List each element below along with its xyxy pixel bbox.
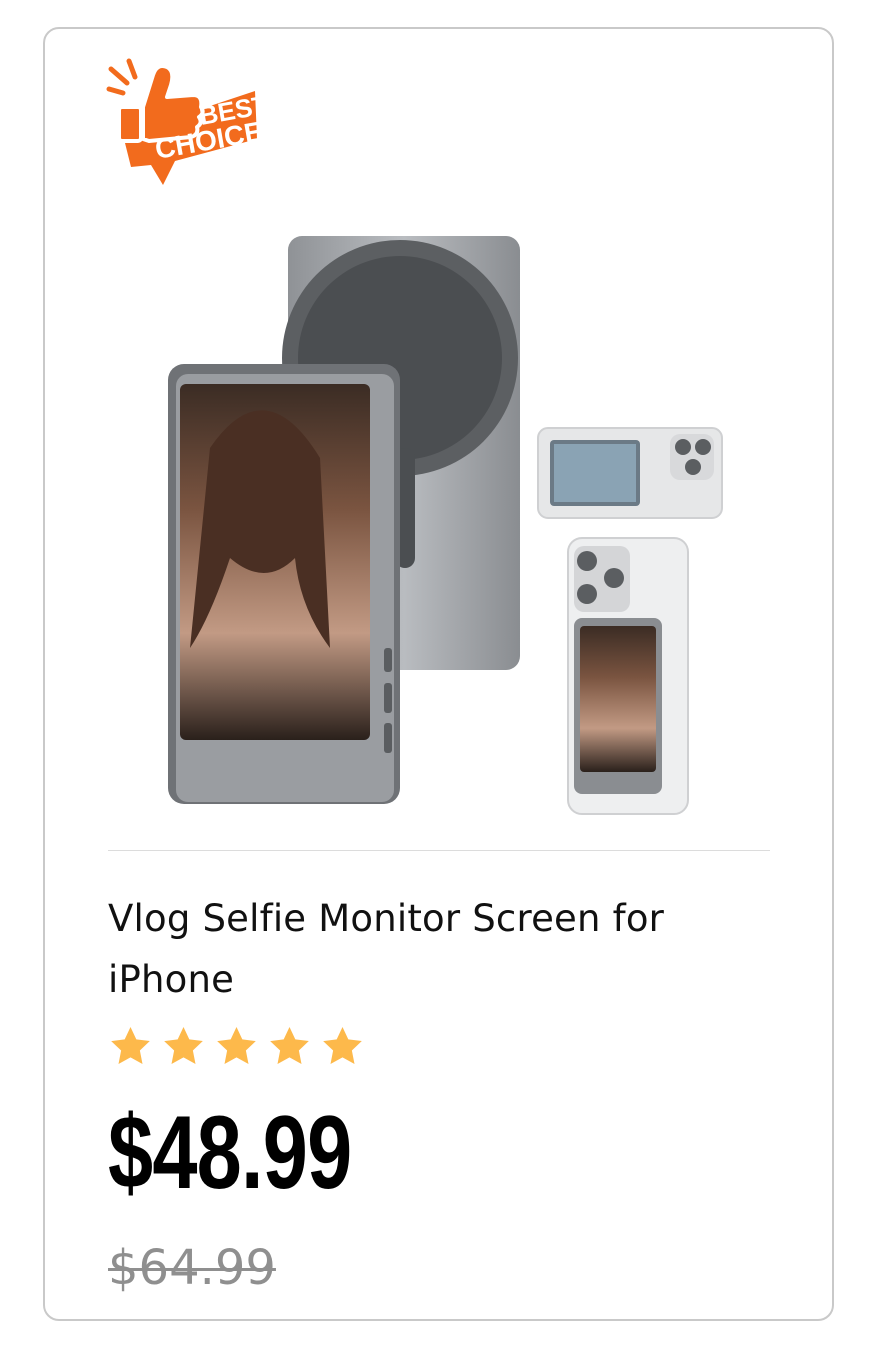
product-image[interactable] [150,228,740,828]
best-choice-badge: BEST CHOICE [106,58,265,185]
rating-stars [108,1024,365,1069]
product-title[interactable]: Vlog Selfie Monitor Screen for iPhone [108,888,748,1010]
divider [108,850,770,851]
sale-price: $48.99 [108,1095,352,1211]
star-icon [164,1027,203,1064]
star-icon [111,1027,150,1064]
star-icon [270,1027,309,1064]
star-icon [323,1027,362,1064]
original-price: $64.99 [108,1240,276,1296]
star-icon [217,1027,256,1064]
